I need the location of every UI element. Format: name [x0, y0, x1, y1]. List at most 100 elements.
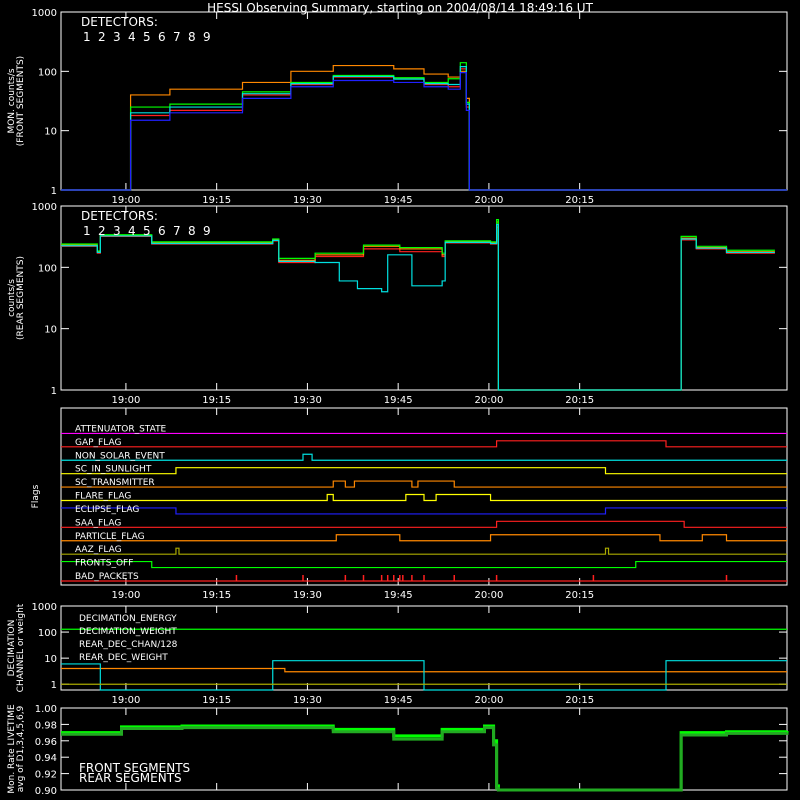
- rear-ytick-label: 100: [38, 263, 57, 274]
- livetime-ytick-label: 0.92: [35, 770, 57, 781]
- decimation-legend-entry: DECIMATION_WEIGHT: [79, 627, 177, 637]
- flag-label: SC_IN_SUNLIGHT: [75, 465, 152, 475]
- flag-line-NON_SOLAR_EVENT: [61, 453, 787, 461]
- decimation-legend-entry: REAR_DEC_CHAN/128: [79, 640, 178, 650]
- flag-line-AAZ_FLAG: [61, 547, 787, 555]
- flag-label: PARTICLE_FLAG: [75, 532, 145, 542]
- rear-detector-number: 5: [143, 224, 151, 238]
- rear-detector-number: 8: [188, 224, 196, 238]
- flag-label: FLARE_FLAG: [75, 492, 131, 502]
- rear-xtick-label: 19:00: [112, 395, 141, 406]
- rear-detector-number: 7: [173, 224, 181, 238]
- decimation-series-REAR_DEC_CHAN/128: [61, 660, 787, 691]
- livetime-ytick-label: 1.00: [35, 704, 57, 715]
- rear-detector-number: 9: [203, 224, 211, 238]
- front-ytick-label: 100: [38, 67, 57, 78]
- rear-xtick-label: 19:15: [202, 395, 231, 406]
- decimation-xtick-label: 19:00: [112, 695, 141, 706]
- flag-label: FRONTS_OFF: [75, 559, 133, 569]
- front-xtick-label: 19:00: [112, 195, 141, 206]
- flag-label: NON_SOLAR_EVENT: [75, 451, 165, 461]
- flag-line-SC_TRANSMITTER: [61, 480, 787, 488]
- decimation-ytick-label: 100: [38, 628, 57, 639]
- flags-ylabel: Flags: [31, 484, 41, 508]
- decimation-legend-entry: REAR_DEC_WEIGHT: [79, 653, 168, 663]
- flag-line-SAA_FLAG: [61, 520, 787, 528]
- decimation-legend-entry: DECIMATION_ENERGY: [79, 614, 177, 624]
- front-ylabel: (FRONT SEGMENTS): [16, 56, 26, 146]
- front-detector-number: 1: [83, 30, 91, 44]
- front-xtick-label: 19:45: [384, 195, 413, 206]
- livetime-ytick-label: 0.94: [35, 753, 57, 764]
- flags-xtick-label: 19:45: [384, 590, 413, 601]
- decimation-xtick-label: 19:45: [384, 695, 413, 706]
- flag-line-FRONTS_OFF: [61, 560, 787, 569]
- chart: HESSI Observing Summary, starting on 200…: [7, 1, 789, 797]
- rear-xtick-label: 19:30: [293, 395, 322, 406]
- rear-detector-number: 2: [98, 224, 106, 238]
- front-detector-number: 4: [128, 30, 136, 44]
- rear-series-1: [61, 226, 775, 391]
- decimation-ytick-label: 1000: [32, 602, 57, 613]
- rear-ytick-label: 1000: [32, 202, 57, 213]
- livetime-ytick-label: 0.90: [35, 786, 57, 797]
- decimation-xtick-label: 20:00: [475, 695, 504, 706]
- decimation-xtick-label: 19:30: [293, 695, 322, 706]
- rear-xtick-label: 20:00: [475, 395, 504, 406]
- front-xtick-label: 20:00: [475, 195, 504, 206]
- flags-xtick-label: 19:30: [293, 590, 322, 601]
- flag-label: BAD_PACKETS: [75, 572, 139, 582]
- chart-title: HESSI Observing Summary, starting on 200…: [207, 1, 593, 15]
- rear-detector-number: 1: [83, 224, 91, 238]
- front-detector-number: 3: [113, 30, 121, 44]
- flag-line-GAP_FLAG: [61, 440, 787, 448]
- rear-detector-number: 6: [158, 224, 166, 238]
- decimation-ytick-label: 10: [44, 654, 57, 665]
- front-detector-number: 5: [143, 30, 151, 44]
- rear-ylabel: (REAR SEGMENTS): [16, 256, 26, 340]
- livetime-ytick-label: 0.96: [35, 737, 57, 748]
- rear-detector-number: 3: [113, 224, 121, 238]
- flag-line-SC_IN_SUNLIGHT: [61, 467, 787, 475]
- front-detector-number: 9: [203, 30, 211, 44]
- flag-label: ATTENUATOR_STATE: [75, 424, 167, 434]
- front-detector-number: 2: [98, 30, 106, 44]
- rear-ytick-label: 1: [51, 386, 57, 397]
- decimation-xtick-label: 19:15: [202, 695, 231, 706]
- front-detectors-label: DETECTORS:: [81, 15, 158, 29]
- flags-xtick-label: 20:00: [475, 590, 504, 601]
- front-detector-number: 8: [188, 30, 196, 44]
- flag-line-FLARE_FLAG: [61, 493, 787, 502]
- flag-label: SC_TRANSMITTER: [75, 478, 155, 488]
- flag-line-ECLIPSE_FLAG: [61, 507, 787, 515]
- rear-detectors-label: DETECTORS:: [81, 209, 158, 223]
- front-ytick-label: 10: [44, 127, 57, 138]
- rear-xtick-label: 20:15: [565, 395, 594, 406]
- front-xtick-label: 19:30: [293, 195, 322, 206]
- front-frame: [60, 11, 788, 191]
- flag-label: GAP_FLAG: [75, 438, 121, 448]
- decimation-xtick-label: 20:15: [565, 695, 594, 706]
- decimation-ytick-label: 1: [51, 680, 57, 691]
- front-xtick-label: 20:15: [565, 195, 594, 206]
- front-ytick-label: 1: [51, 186, 57, 197]
- front-detector-number: 7: [173, 30, 181, 44]
- decimation-ylabel: CHANNEL or weight: [16, 603, 26, 692]
- rear-detector-number: 4: [128, 224, 136, 238]
- rear-ytick-label: 10: [44, 325, 57, 336]
- flag-line-PARTICLE_FLAG: [61, 534, 787, 542]
- flags-xtick-label: 20:15: [565, 590, 594, 601]
- front-xtick-label: 19:15: [202, 195, 231, 206]
- rear-series-6: [61, 219, 775, 391]
- flag-label: SAA_FLAG: [75, 518, 121, 528]
- flag-label: ECLIPSE_FLAG: [75, 505, 139, 515]
- rear-xtick-label: 19:45: [384, 395, 413, 406]
- livetime-ylabel: avg of D1,3,4,5,6,9: [16, 705, 26, 792]
- front-ytick-label: 1000: [32, 8, 57, 19]
- front-detector-number: 6: [158, 30, 166, 44]
- livetime-legend-entry: REAR SEGMENTS: [79, 771, 182, 785]
- livetime-ytick-label: 0.98: [35, 720, 57, 731]
- flags-xtick-label: 19:15: [202, 590, 231, 601]
- rear-frame: [60, 205, 788, 391]
- flags-xtick-label: 19:00: [112, 590, 141, 601]
